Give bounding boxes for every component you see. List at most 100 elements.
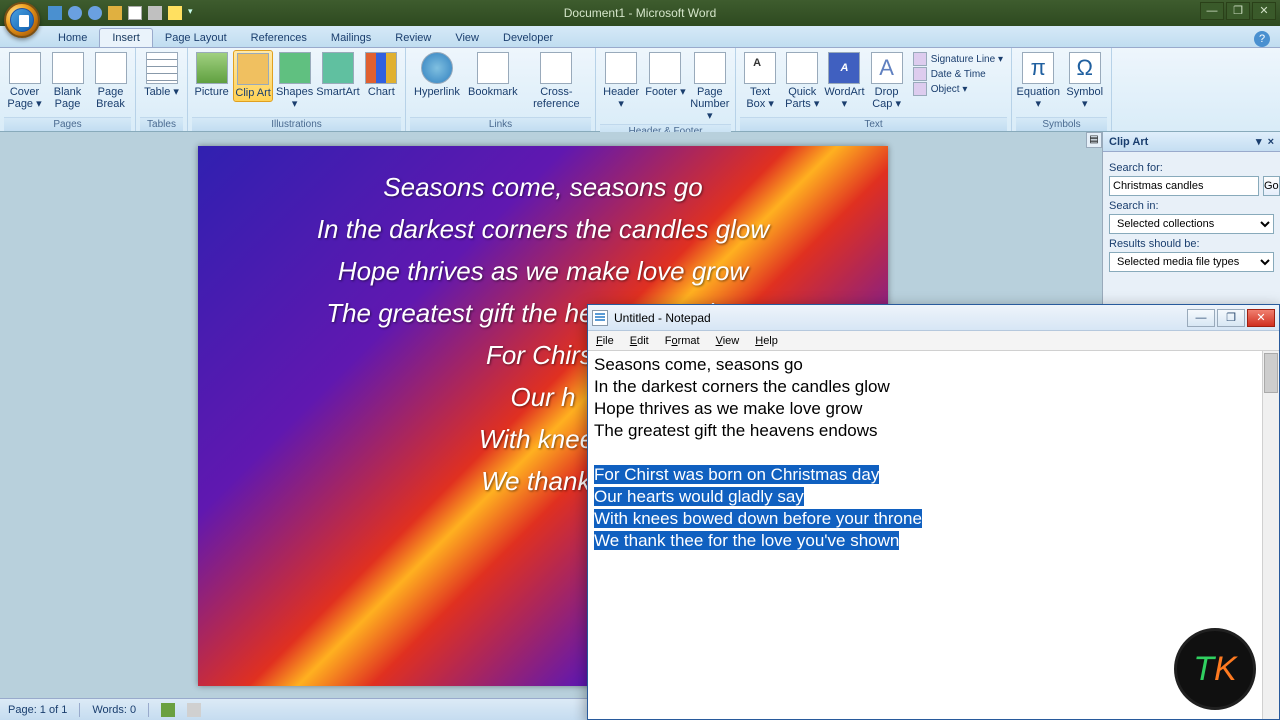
notepad-close-button[interactable]: ✕: [1247, 309, 1275, 327]
quick-access-toolbar: ▾: [48, 6, 202, 20]
ribbon: Cover Page ▾ Blank Page Page Break Pages…: [0, 48, 1280, 132]
menu-help[interactable]: Help: [747, 333, 786, 349]
page-number-button[interactable]: Page Number ▾: [689, 50, 731, 124]
qat-undo-icon[interactable]: [68, 6, 82, 20]
notepad-minimize-button[interactable]: —: [1187, 309, 1215, 327]
footer-button[interactable]: Footer ▾: [644, 50, 686, 100]
search-in-label: Search in:: [1109, 200, 1274, 212]
qat-save-icon[interactable]: [48, 6, 62, 20]
tab-insert[interactable]: Insert: [99, 28, 153, 47]
ruler-toggle-button[interactable]: ▤: [1086, 132, 1102, 148]
notepad-menubar: File Edit Format View Help: [588, 331, 1279, 351]
wordart-button[interactable]: AWordArt ▾: [824, 50, 864, 112]
help-icon[interactable]: ?: [1254, 31, 1270, 47]
date-time-button[interactable]: Date & Time: [913, 67, 1003, 81]
clip-art-icon: [237, 53, 269, 85]
status-page[interactable]: Page: 1 of 1: [8, 704, 67, 716]
pane-close-icon[interactable]: ×: [1268, 136, 1274, 148]
tab-home[interactable]: Home: [46, 29, 99, 47]
smartart-button[interactable]: SmartArt: [316, 50, 359, 100]
status-words[interactable]: Words: 0: [92, 704, 136, 716]
search-for-input[interactable]: [1109, 176, 1259, 196]
tab-review[interactable]: Review: [383, 29, 443, 47]
menu-format[interactable]: Format: [657, 333, 708, 349]
equation-icon: π: [1022, 52, 1054, 84]
cross-reference-icon: [540, 52, 572, 84]
notepad-scrollbar[interactable]: [1262, 351, 1279, 719]
drop-cap-button[interactable]: ADrop Cap ▾: [867, 50, 907, 112]
object-button[interactable]: Object ▾: [913, 82, 1003, 96]
results-select[interactable]: Selected media file types: [1109, 252, 1274, 272]
doc-line: Hope thrives as we make love grow: [238, 250, 848, 292]
hyperlink-button[interactable]: Hyperlink: [410, 50, 464, 100]
page-break-icon: [95, 52, 127, 84]
doc-line: In the darkest corners the candles glow: [238, 208, 848, 250]
word-maximize-button[interactable]: ❐: [1226, 2, 1250, 20]
word-close-button[interactable]: ✕: [1252, 2, 1276, 20]
cross-reference-button[interactable]: Cross-reference: [522, 50, 591, 112]
qat-new-icon[interactable]: [128, 6, 142, 20]
qat-highlight-icon[interactable]: [168, 6, 182, 20]
qat-more-icon[interactable]: ▾: [188, 6, 202, 20]
table-icon: [146, 52, 178, 84]
shapes-button[interactable]: Shapes ▾: [275, 50, 314, 112]
picture-icon: [196, 52, 228, 84]
go-button[interactable]: Go: [1263, 176, 1280, 196]
tab-references[interactable]: References: [239, 29, 319, 47]
group-label-links: Links: [410, 117, 591, 131]
equation-button[interactable]: πEquation ▾: [1016, 50, 1061, 112]
clip-art-button[interactable]: Clip Art: [233, 50, 273, 102]
text-box-icon: A: [744, 52, 776, 84]
bookmark-button[interactable]: Bookmark: [466, 50, 520, 100]
ribbon-tab-strip: Home Insert Page Layout References Maili…: [0, 26, 1280, 48]
group-label-symbols: Symbols: [1016, 117, 1107, 131]
group-label-text: Text: [740, 117, 1007, 131]
menu-view[interactable]: View: [708, 333, 748, 349]
footer-icon: [649, 52, 681, 84]
results-label: Results should be:: [1109, 238, 1274, 250]
notepad-titlebar[interactable]: Untitled - Notepad — ❐ ✕: [588, 305, 1279, 331]
group-label-pages: Pages: [4, 117, 131, 131]
picture-button[interactable]: Picture: [192, 50, 231, 100]
text-box-button[interactable]: AText Box ▾: [740, 50, 780, 112]
page-break-button[interactable]: Page Break: [90, 50, 131, 112]
word-titlebar: ▾ Document1 - Microsoft Word — ❐ ✕: [0, 0, 1280, 26]
notepad-maximize-button[interactable]: ❐: [1217, 309, 1245, 327]
blank-page-button[interactable]: Blank Page: [47, 50, 88, 112]
tab-view[interactable]: View: [443, 29, 491, 47]
shapes-icon: [279, 52, 311, 84]
cover-page-button[interactable]: Cover Page ▾: [4, 50, 45, 112]
blank-page-icon: [52, 52, 84, 84]
np-selected-line: Our hearts would gladly say: [594, 487, 804, 506]
cover-page-icon: [9, 52, 41, 84]
status-proof-icon[interactable]: [161, 703, 175, 717]
np-line: In the darkest corners the candles glow: [594, 377, 890, 396]
bookmark-icon: [477, 52, 509, 84]
chart-button[interactable]: Chart: [362, 50, 401, 100]
table-button[interactable]: Table ▾: [140, 50, 183, 100]
symbol-button[interactable]: ΩSymbol ▾: [1063, 50, 1108, 112]
scrollbar-thumb[interactable]: [1264, 353, 1278, 393]
qat-open-icon[interactable]: [108, 6, 122, 20]
header-icon: [605, 52, 637, 84]
office-button[interactable]: [4, 2, 40, 38]
menu-file[interactable]: File: [588, 333, 622, 349]
header-button[interactable]: Header ▾: [600, 50, 642, 112]
qat-print-icon[interactable]: [148, 6, 162, 20]
np-selected-line: For Chirst was born on Christmas day: [594, 465, 879, 484]
quick-parts-button[interactable]: Quick Parts ▾: [782, 50, 822, 112]
word-minimize-button[interactable]: —: [1200, 2, 1224, 20]
page-number-icon: [694, 52, 726, 84]
hyperlink-icon: [421, 52, 453, 84]
tab-mailings[interactable]: Mailings: [319, 29, 383, 47]
pane-dropdown-icon[interactable]: ▾: [1256, 135, 1262, 148]
menu-edit[interactable]: Edit: [622, 333, 657, 349]
date-time-icon: [913, 67, 927, 81]
signature-line-button[interactable]: Signature Line ▾: [913, 52, 1003, 66]
status-macro-icon[interactable]: [187, 703, 201, 717]
search-in-select[interactable]: Selected collections: [1109, 214, 1274, 234]
notepad-app-icon: [592, 310, 608, 326]
tab-page-layout[interactable]: Page Layout: [153, 29, 239, 47]
tab-developer[interactable]: Developer: [491, 29, 565, 47]
qat-redo-icon[interactable]: [88, 6, 102, 20]
